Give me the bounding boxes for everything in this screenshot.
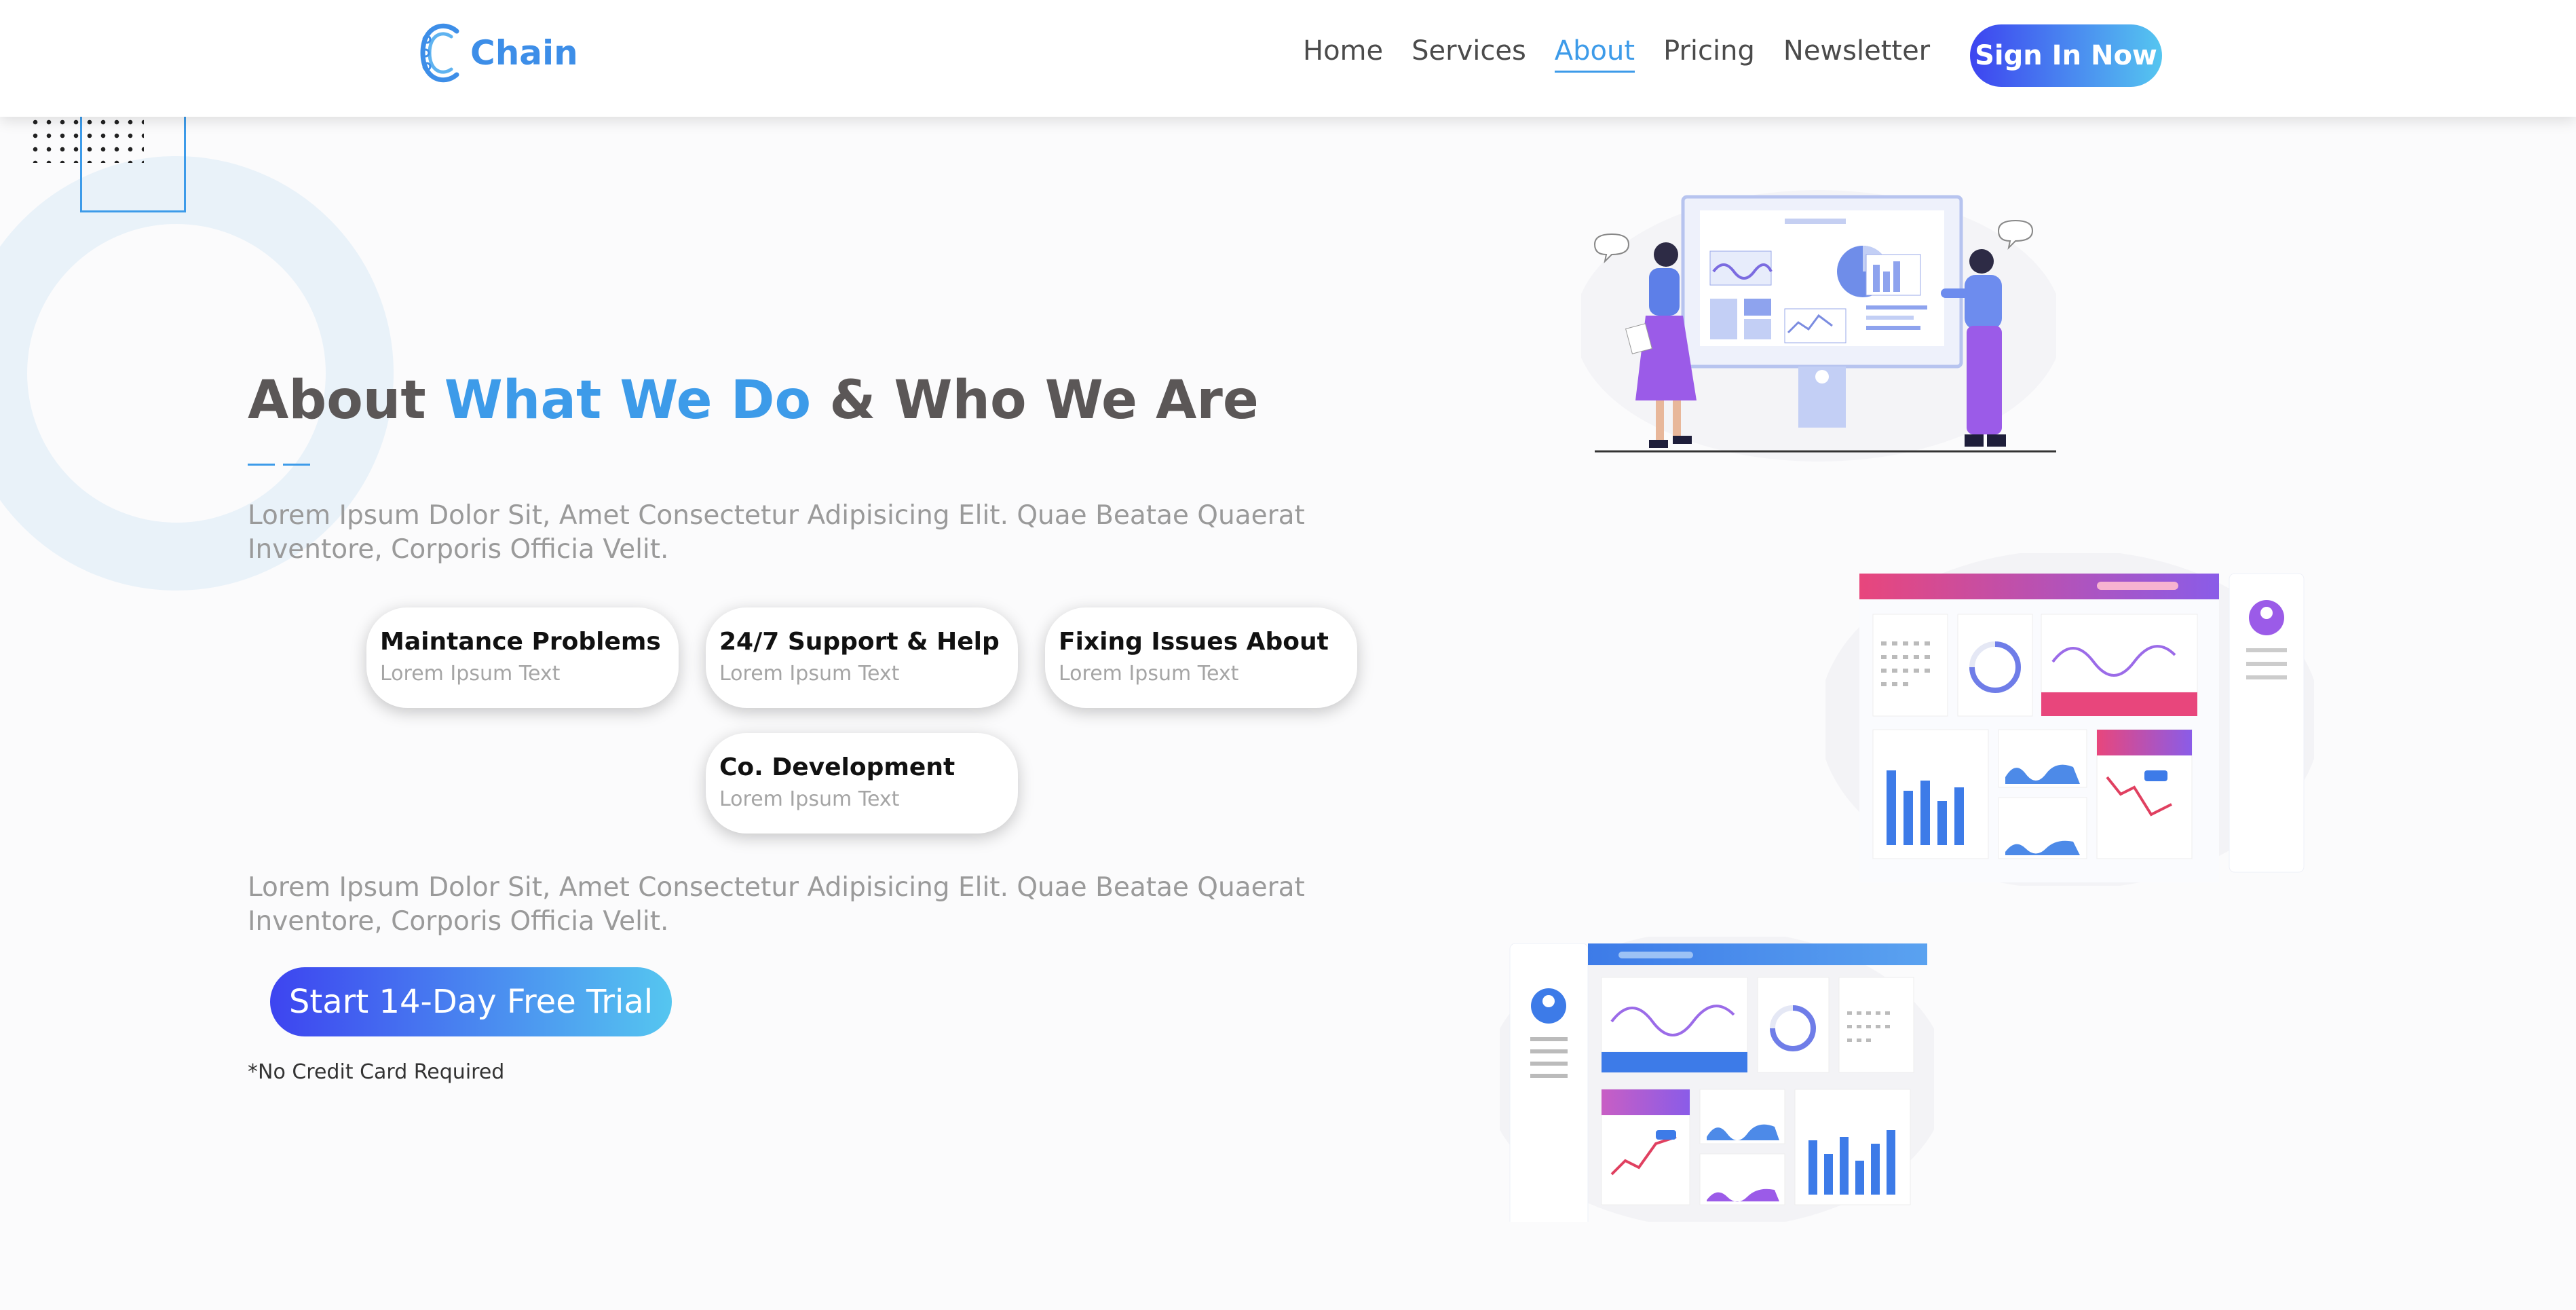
nav-newsletter[interactable]: Newsletter — [1783, 35, 1930, 73]
main-nav: Home Services About Pricing Newsletter — [1303, 35, 1958, 73]
page: Chain Home Services About Pricing Newsle… — [0, 0, 2576, 1310]
title-part-2: & Who We Are — [811, 370, 1259, 431]
feature-card-title: Fixing Issues About — [1059, 628, 1329, 656]
people-dashboard-illustration — [1581, 190, 2056, 462]
feature-card-title: Maintance Problems — [380, 628, 661, 656]
no-credit-card-note: *No Credit Card Required — [248, 1060, 505, 1084]
nav-pricing[interactable]: Pricing — [1663, 35, 1755, 73]
feature-card[interactable]: Co. Development Lorem Ipsum Text — [706, 733, 1018, 834]
chain-logo-icon — [420, 23, 459, 83]
decorative-dots — [29, 115, 144, 163]
top-navbar: Chain Home Services About Pricing Newsle… — [0, 0, 2576, 117]
feature-card[interactable]: 24/7 Support & Help Lorem Ipsum Text — [706, 607, 1018, 708]
secondary-paragraph: Lorem Ipsum Dolor Sit, Amet Consectetur … — [248, 872, 1305, 937]
brand-name: Chain — [470, 33, 578, 73]
logo[interactable]: Chain — [417, 19, 578, 87]
feature-card[interactable]: Fixing Issues About Lorem Ipsum Text — [1045, 607, 1357, 708]
nav-home[interactable]: Home — [1303, 35, 1383, 73]
feature-card-title: 24/7 Support & Help — [719, 628, 1000, 656]
feature-card[interactable]: Maintance Problems Lorem Ipsum Text — [366, 607, 679, 708]
title-underline — [248, 464, 310, 466]
dashboard-screenshot-2 — [1500, 937, 1934, 1222]
feature-card-title: Co. Development — [719, 753, 955, 781]
feature-card-subtitle: Lorem Ipsum Text — [1059, 662, 1239, 686]
dashboard-screenshot-1 — [1825, 553, 2314, 886]
title-part-1: About — [248, 370, 444, 431]
nav-services[interactable]: Services — [1412, 35, 1526, 73]
feature-card-subtitle: Lorem Ipsum Text — [719, 787, 900, 811]
nav-about[interactable]: About — [1554, 35, 1635, 73]
free-trial-button[interactable]: Start 14-Day Free Trial — [270, 967, 672, 1036]
page-title: About What We Do & Who We Are — [248, 370, 1259, 431]
sign-in-button[interactable]: Sign In Now — [1970, 24, 2162, 87]
intro-paragraph: Lorem Ipsum Dolor Sit, Amet Consectetur … — [248, 500, 1305, 565]
title-highlight: What We Do — [444, 370, 812, 431]
feature-card-subtitle: Lorem Ipsum Text — [380, 662, 561, 686]
feature-card-subtitle: Lorem Ipsum Text — [719, 662, 900, 686]
